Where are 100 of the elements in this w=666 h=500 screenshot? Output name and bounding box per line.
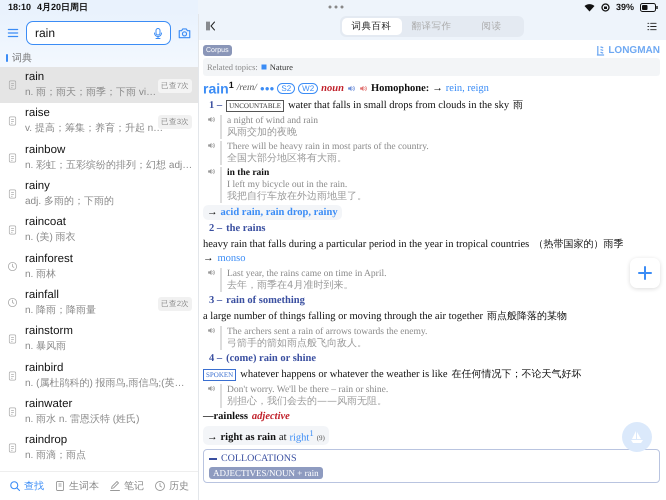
translation: （热带国家的）雨季 — [533, 238, 624, 252]
speaker-icon[interactable] — [207, 114, 216, 124]
result-word: rainbird — [25, 362, 64, 374]
signpost: the rains — [226, 222, 266, 236]
document-icon — [7, 442, 18, 454]
related-topics-label: Related topics: — [207, 62, 258, 72]
definition: a large number of things falling or moving through the air together — [203, 310, 484, 324]
speaker-icon[interactable] — [207, 326, 216, 335]
result-meaning: adj. 多雨的；下雨的 — [25, 195, 114, 208]
headword: rain$^{1}$ — [203, 80, 234, 97]
section-title: COLLOCATIONS — [221, 453, 297, 464]
result-row[interactable]: raincoat n. (美) 雨衣 — [0, 212, 198, 248]
definition: heavy rain that falls during a particular period in the year in tropical countries — [203, 238, 530, 252]
microphone-icon[interactable] — [152, 26, 164, 40]
result-meaning: n. 暴风雨 — [25, 340, 66, 354]
cross-ref-arrow: → — [203, 252, 214, 266]
cross-ref-arrow: → — [207, 206, 218, 218]
result-word: rain — [25, 71, 44, 84]
camera-icon[interactable] — [177, 26, 192, 40]
result-word: rainfall — [25, 288, 59, 301]
result-meaning: n. (美) 雨衣 — [25, 230, 76, 244]
result-word: rainy — [25, 180, 50, 192]
wifi-icon — [584, 2, 595, 12]
result-meaning: n. 彩虹；五彩缤纷的排列；幻想 adj… — [25, 158, 192, 172]
speaker-icon[interactable] — [207, 268, 216, 277]
example-translation: 全国大部分地区将有大雨。 — [227, 152, 348, 165]
pen-icon — [109, 480, 121, 492]
topic-link[interactable]: Nature — [270, 62, 293, 72]
speaker-icon[interactable] — [346, 84, 356, 93]
result-word: rainbow — [25, 144, 66, 156]
more-dots-icon[interactable] — [328, 5, 344, 9]
menu-icon[interactable] — [6, 26, 20, 40]
part-of-speech: noun — [321, 82, 344, 94]
tab-bar-item[interactable]: 笔记 — [107, 477, 146, 495]
plus-icon — [638, 266, 652, 280]
result-meaning: n. 降雨；降雨量 — [25, 304, 96, 317]
book-logo-icon — [596, 44, 606, 56]
topic-square-icon — [260, 64, 267, 70]
level-badge: S2 — [277, 82, 296, 94]
document-icon — [7, 152, 18, 164]
search-icon — [9, 480, 21, 492]
result-word: rainforest — [25, 252, 73, 265]
document-icon — [7, 115, 18, 128]
result-word: raise — [25, 107, 50, 120]
result-meaning: n. 雨水 n. 雷恩沃特 (姓氏) — [25, 412, 140, 426]
speaker-icon[interactable] — [358, 84, 368, 93]
translation: 雨 — [513, 98, 524, 113]
idiom-phrase: right as rain — [220, 432, 276, 444]
sense-number: 4 – — [208, 352, 222, 366]
result-row[interactable]: rainwater n. 雨水 n. 雷恩沃特 (姓氏) — [0, 394, 198, 430]
search-field[interactable]: rain — [26, 21, 171, 45]
list-menu-icon[interactable] — [646, 20, 658, 32]
ship-icon — [629, 429, 645, 445]
level-badge: W2 — [298, 82, 318, 94]
status-date: 4月20日周日 — [37, 0, 88, 14]
example-translation: 弓箭手的箭如雨点般飞向敌人。 — [227, 338, 368, 350]
document-icon — [7, 406, 18, 418]
signpost: (come) rain or shine — [226, 352, 316, 366]
cross-ref-arrow: → — [207, 432, 218, 444]
result-row[interactable]: raindrop n. 雨滴；雨点 — [0, 430, 198, 466]
example-sentence: The archers sent a rain of arrows towards the enemy. — [227, 326, 428, 338]
clock-icon — [154, 480, 166, 492]
derived-word: —rainless — [203, 410, 248, 424]
example-translation: 别担心，我们会去的——风雨无阻。 — [227, 396, 388, 408]
speaker-icon[interactable] — [207, 166, 216, 176]
signpost: rain of something — [226, 294, 305, 308]
sense-number: 2 – — [208, 222, 222, 236]
example-sentence: a night of wind and rain — [227, 114, 318, 126]
translation: 雨点般降落的某物 — [487, 310, 568, 324]
tab-bar-item[interactable]: 历史 — [152, 477, 191, 495]
pronunciation: /reɪn/ — [236, 83, 257, 94]
result-word: raincoat — [25, 216, 66, 228]
status-time: 18:10 — [8, 2, 32, 12]
part-of-speech: adjective — [252, 410, 290, 424]
segment-tab[interactable]: 词典百科 — [342, 18, 402, 34]
add-button[interactable] — [630, 258, 660, 288]
speaker-icon[interactable] — [207, 384, 216, 393]
result-row[interactable]: rainbird n. (属杜鹃科的) 报雨鸟,雨信鸟;(英… — [0, 357, 198, 394]
example-translation: 我把自行车放在外边雨地里了。 — [227, 190, 367, 203]
result-meaning: n. 雨；雨天；雨季；下雨 vi… — [25, 86, 156, 100]
sense-number: 3 – — [208, 294, 222, 308]
document-icon — [7, 79, 18, 92]
speaker-icon[interactable] — [207, 140, 216, 150]
example-sentence: There will be heavy rain in most parts of the country. — [227, 140, 429, 152]
tab-bar-item[interactable]: 生词本 — [52, 477, 101, 495]
result-word: rainwater — [25, 398, 72, 410]
clock-icon — [7, 297, 18, 308]
definition: whatever happens or whatever the weather is like — [240, 368, 448, 382]
collapse-sidebar-icon[interactable] — [205, 20, 217, 32]
reference-text: at — [278, 432, 286, 444]
result-row[interactable]: rainforest n. 雨林 — [0, 248, 198, 285]
result-row[interactable]: rainbow n. 彩虹；五彩缤纷的排列；幻想 adj… — [0, 140, 198, 176]
example-translation: 风雨交加的夜晚 — [227, 126, 298, 139]
section-label: 词典 — [12, 52, 32, 65]
sense-number: 1 – — [208, 98, 222, 113]
example-sentence: I left my bicycle out in the rain. — [227, 178, 348, 190]
example-phrase: in the rain — [227, 166, 270, 179]
document-icon — [7, 370, 18, 382]
result-row[interactable]: rainstorm n. 暴风雨 — [0, 321, 198, 358]
result-row[interactable]: rainy adj. 多雨的；下雨的 — [0, 176, 198, 212]
